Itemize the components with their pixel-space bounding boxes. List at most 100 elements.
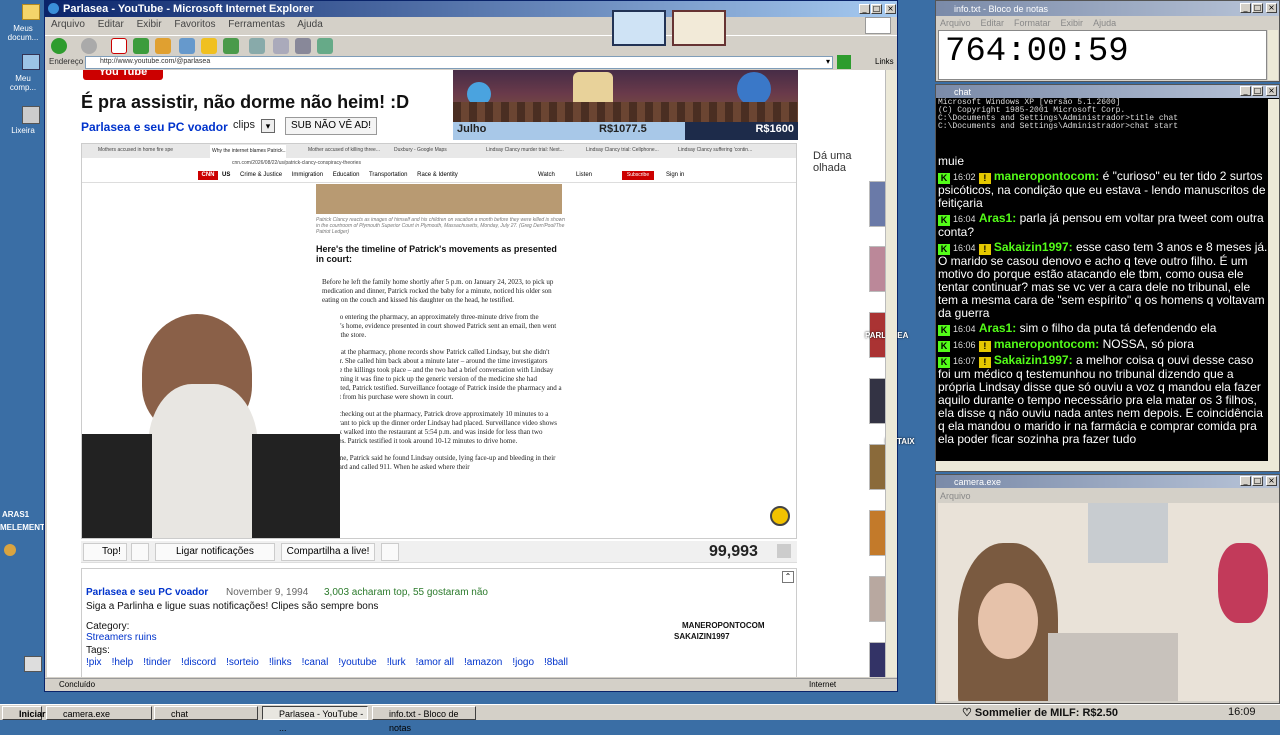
back-icon[interactable] [51, 38, 67, 54]
close-button[interactable]: × [1266, 86, 1277, 96]
taskbar-item[interactable]: Parlasea - YouTube - ... [262, 706, 368, 733]
mail-icon[interactable] [249, 38, 265, 54]
menu-help[interactable]: Ajuda [297, 19, 323, 30]
chevron-down-icon[interactable]: ▾ [826, 57, 830, 66]
minimize-button[interactable]: _ [1240, 86, 1251, 96]
flag-button[interactable] [381, 543, 399, 561]
tag-link[interactable]: !links [269, 657, 292, 668]
nav-item[interactable]: Race & Identity [417, 172, 458, 178]
tag-link[interactable]: !help [112, 657, 134, 668]
menu-view[interactable]: Exibir [137, 19, 162, 30]
tab[interactable]: Why the internet blames Patrick... [210, 145, 286, 158]
menu-tools[interactable]: Ferramentas [228, 19, 285, 30]
tab[interactable]: Lindsay Clancy murder trial: Next... [486, 147, 564, 153]
maximize-button[interactable]: □ [1252, 3, 1263, 13]
menu-favorites[interactable]: Favoritos [174, 19, 215, 30]
menu-file[interactable]: Arquivo [940, 18, 971, 28]
watch-link[interactable]: Watch [538, 172, 555, 178]
menu-format[interactable]: Formatar [1014, 18, 1051, 28]
nav-item[interactable]: Immigration [292, 172, 323, 178]
notify-button[interactable]: Ligar notificações [155, 543, 275, 561]
minimize-button[interactable]: _ [1240, 476, 1251, 486]
minimize-button[interactable]: _ [859, 4, 870, 14]
side-thumbnail[interactable] [869, 510, 885, 556]
tab[interactable]: Mother accused of killing three... [308, 147, 386, 153]
edit-icon[interactable] [295, 38, 311, 54]
chat-titlebar[interactable]: chat _ □ × [936, 85, 1279, 98]
start-button[interactable]: Iniciar [2, 706, 46, 720]
tag-link[interactable]: !lurk [387, 657, 406, 668]
tab[interactable]: Duxbury - Google Maps [394, 147, 470, 153]
print-icon[interactable] [273, 38, 289, 54]
camera-titlebar[interactable]: camera.exe _ □ × [936, 475, 1279, 488]
minimize-button[interactable]: _ [1240, 3, 1251, 13]
taskbar-item[interactable]: chat [154, 706, 258, 720]
close-button[interactable]: × [885, 4, 896, 14]
cnn-logo[interactable]: CNN [198, 171, 218, 180]
collapse-icon[interactable]: ⌃ [782, 571, 794, 583]
side-thumbnail[interactable] [869, 246, 885, 292]
menu-help[interactable]: Ajuda [1093, 18, 1116, 28]
recycle-bin-icon[interactable] [22, 106, 40, 124]
go-icon[interactable] [837, 55, 851, 69]
side-thumbnail[interactable] [869, 378, 885, 424]
tab[interactable]: Mothers accused in home fire special... [98, 147, 173, 153]
subscribe-link[interactable]: Subscribe [622, 171, 654, 180]
nav-item[interactable]: Education [333, 172, 360, 178]
tag-link[interactable]: !amor all [416, 657, 454, 668]
maximize-button[interactable]: □ [871, 4, 882, 14]
expand-icon[interactable] [777, 544, 791, 558]
cnn-url[interactable]: cnn.com/2026/08/22/us/patrick-clancy-con… [232, 160, 652, 166]
menu-file[interactable]: Arquivo [940, 491, 971, 501]
computer-icon[interactable] [22, 54, 40, 70]
maximize-button[interactable]: □ [1252, 86, 1263, 96]
share-button[interactable]: Compartilha a live! [281, 543, 375, 561]
tab[interactable]: Lindsay Clancy trial: Cellphone... [586, 147, 668, 153]
video-player[interactable]: Mothers accused in home fire special... … [81, 143, 797, 539]
nav-item[interactable]: US [222, 172, 230, 178]
tag-link[interactable]: !canal [302, 657, 329, 668]
subscribe-button[interactable]: SUB NÃO VÊ AD! [285, 117, 377, 135]
like-button[interactable]: Top! [83, 543, 127, 561]
folder-icon[interactable] [22, 4, 40, 20]
tag-link[interactable]: !sorteio [226, 657, 259, 668]
refresh-icon[interactable] [133, 38, 149, 54]
listen-link[interactable]: Listen [576, 172, 592, 178]
chevron-down-icon[interactable]: ▾ [261, 119, 275, 133]
side-thumbnail[interactable] [869, 576, 885, 622]
links-label[interactable]: Links [875, 57, 894, 66]
close-button[interactable]: × [1266, 3, 1277, 13]
ie-scrollbar[interactable] [885, 70, 897, 677]
chat-scrollbar[interactable] [1268, 99, 1279, 461]
history-icon[interactable] [223, 38, 239, 54]
favorites-icon[interactable] [201, 38, 217, 54]
side-thumbnail[interactable] [869, 181, 885, 227]
messenger-icon[interactable] [317, 38, 333, 54]
notepad-scrollbar[interactable] [1268, 30, 1278, 80]
tag-link[interactable]: !pix [86, 657, 102, 668]
search-icon[interactable] [179, 38, 195, 54]
close-button[interactable]: × [1266, 476, 1277, 486]
menu-edit[interactable]: Editar [98, 19, 124, 30]
channel-link[interactable]: Parlasea e seu PC voador [81, 120, 228, 134]
ie-titlebar[interactable]: Parlasea - YouTube - Microsoft Internet … [45, 1, 897, 17]
signin-link[interactable]: Sign in [666, 172, 684, 178]
side-thumbnail[interactable] [869, 444, 885, 490]
stop-icon[interactable] [111, 38, 127, 54]
dislike-button[interactable] [131, 543, 149, 561]
chat-hscrollbar[interactable] [936, 461, 1279, 471]
tag-link[interactable]: !youtube [338, 657, 376, 668]
nav-item[interactable]: Transportation [369, 172, 407, 178]
notepad-textarea[interactable]: 764:00:59 [938, 30, 1267, 80]
side-thumbnail[interactable] [869, 642, 885, 677]
menu-view[interactable]: Exibir [1061, 18, 1084, 28]
tag-link[interactable]: !jogo [512, 657, 534, 668]
info-channel[interactable]: Parlasea e seu PC voador [86, 587, 208, 598]
tag-link[interactable]: !discord [181, 657, 216, 668]
notepad-titlebar[interactable]: info.txt - Bloco de notas _ □ × [936, 1, 1279, 16]
taskbar-item[interactable]: camera.exe [46, 706, 152, 720]
tab[interactable]: Lindsay Clancy suffering 'contin... [678, 147, 758, 153]
tag-link[interactable]: !amazon [464, 657, 502, 668]
menu-edit[interactable]: Editar [981, 18, 1005, 28]
tag-link[interactable]: !8ball [544, 657, 568, 668]
